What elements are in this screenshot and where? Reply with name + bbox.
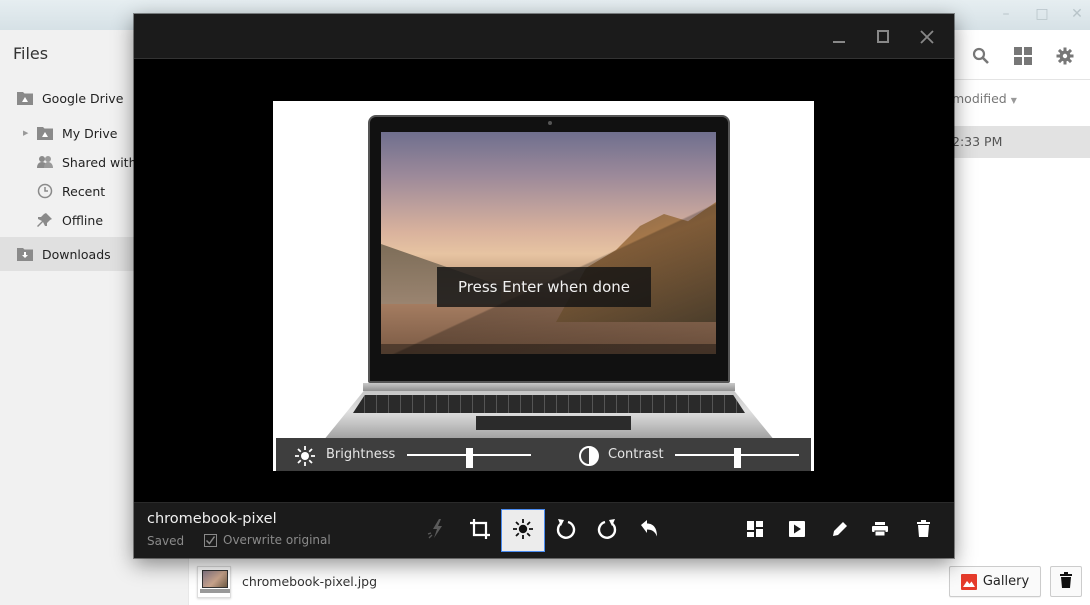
selected-filename: chromebook-pixel.jpg bbox=[242, 574, 378, 589]
file-date-modified: 2:33 PM bbox=[952, 134, 1003, 149]
brightness-tool-button[interactable] bbox=[501, 509, 545, 552]
save-status: Saved bbox=[147, 534, 185, 548]
trash-icon bbox=[916, 520, 930, 541]
download-folder-icon bbox=[16, 246, 34, 262]
sort-arrow-icon: ▼ bbox=[1010, 96, 1017, 105]
editor-titlebar bbox=[134, 14, 954, 59]
drive-folder-icon bbox=[16, 90, 34, 106]
files-bottom-bar: chromebook-pixel.jpg Gallery bbox=[188, 558, 1090, 605]
contrast-label: Contrast bbox=[608, 447, 664, 462]
brightness-contrast-bar: Brightness Contrast bbox=[276, 438, 811, 471]
brightness-slider-thumb[interactable] bbox=[466, 448, 473, 468]
sidebar-item-label: Downloads bbox=[42, 246, 111, 262]
brightness-slider[interactable] bbox=[407, 448, 531, 468]
maximize-icon[interactable] bbox=[871, 26, 895, 48]
printer-icon bbox=[872, 521, 888, 540]
contrast-icon bbox=[578, 445, 600, 471]
rotate-right-button[interactable] bbox=[586, 509, 630, 552]
auto-fix-icon bbox=[427, 518, 447, 544]
laptop-image bbox=[368, 115, 730, 383]
gallery-button-label: Gallery bbox=[982, 574, 1030, 589]
play-icon bbox=[789, 520, 805, 541]
file-thumbnail bbox=[197, 566, 231, 598]
search-icon[interactable] bbox=[970, 45, 992, 67]
print-button[interactable] bbox=[858, 509, 902, 552]
files-minimize-button[interactable]: – bbox=[995, 4, 1017, 24]
pin-icon bbox=[36, 212, 54, 228]
files-maximize-button[interactable]: □ bbox=[1031, 4, 1053, 24]
trash-icon bbox=[1060, 571, 1072, 592]
undo-icon bbox=[640, 519, 660, 543]
overwrite-label: Overwrite original bbox=[223, 533, 331, 547]
clock-icon bbox=[36, 183, 54, 199]
photo-canvas[interactable]: Press Enter when done Brightness Contras… bbox=[273, 101, 814, 471]
mosaic-icon bbox=[747, 520, 763, 541]
delete-button[interactable] bbox=[1050, 566, 1082, 597]
sort-column-header[interactable]: modified ▼ bbox=[952, 91, 1017, 106]
overwrite-original-checkbox[interactable]: Overwrite original bbox=[204, 533, 331, 547]
mosaic-view-button[interactable] bbox=[733, 509, 777, 552]
gear-icon[interactable] bbox=[1054, 45, 1076, 67]
sidebar-item-label: My Drive bbox=[62, 125, 118, 141]
sidebar-item-label: Offline bbox=[62, 212, 104, 228]
crop-icon bbox=[469, 518, 491, 544]
expand-arrow-icon[interactable]: ▶ bbox=[23, 129, 28, 137]
pencil-icon bbox=[832, 521, 848, 541]
contrast-slider[interactable] bbox=[675, 448, 799, 468]
people-icon bbox=[36, 154, 54, 170]
undo-button[interactable] bbox=[628, 509, 672, 552]
sidebar-item-label: Google Drive bbox=[42, 90, 124, 106]
sidebar-item-label: Recent bbox=[62, 183, 106, 199]
app-title: Files bbox=[13, 44, 49, 63]
close-icon[interactable] bbox=[915, 26, 939, 48]
grid-view-icon[interactable] bbox=[1012, 45, 1034, 67]
open-gallery-button[interactable]: Gallery bbox=[949, 566, 1041, 597]
auto-fix-button[interactable] bbox=[415, 509, 459, 552]
press-enter-hint: Press Enter when done bbox=[437, 267, 651, 307]
contrast-slider-thumb[interactable] bbox=[734, 448, 741, 468]
rotate-right-icon bbox=[597, 517, 619, 545]
crop-button[interactable] bbox=[458, 509, 502, 552]
files-close-button[interactable]: ✕ bbox=[1066, 4, 1088, 24]
checkbox-checked-icon[interactable] bbox=[204, 533, 217, 547]
edit-button[interactable] bbox=[818, 509, 862, 552]
delete-photo-button[interactable] bbox=[901, 509, 945, 552]
rotate-left-icon bbox=[554, 517, 576, 545]
image-name[interactable]: chromebook-pixel bbox=[147, 511, 277, 527]
minimize-icon[interactable] bbox=[827, 26, 851, 48]
column-label: modified bbox=[952, 91, 1007, 106]
editor-toolbar: chromebook-pixel Saved Overwrite origina… bbox=[134, 502, 954, 558]
brightness-icon bbox=[294, 445, 316, 471]
brightness-icon bbox=[512, 518, 534, 544]
drive-folder-icon bbox=[36, 125, 54, 141]
rotate-left-button[interactable] bbox=[543, 509, 587, 552]
photo-editor-window: Press Enter when done Brightness Contras… bbox=[134, 14, 954, 558]
brightness-label: Brightness bbox=[326, 447, 396, 462]
slideshow-button[interactable] bbox=[775, 509, 819, 552]
gallery-icon bbox=[960, 573, 977, 590]
